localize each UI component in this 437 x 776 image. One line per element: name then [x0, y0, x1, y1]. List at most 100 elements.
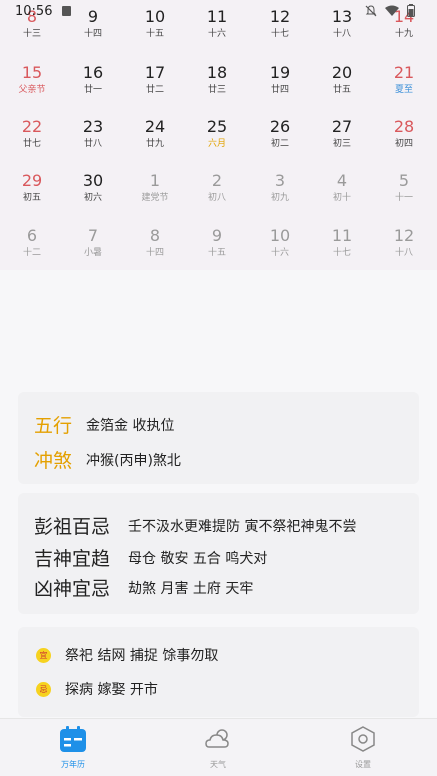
lunar-date: 十二 [22, 248, 41, 258]
weather-icon [205, 729, 229, 748]
calendar-day-cell[interactable]: 14 十九 [373, 7, 435, 57]
day-number: 25 [206, 117, 228, 136]
calendar-day-cell[interactable]: 19 廿四 [249, 63, 311, 113]
ji-row: 忌 探病 嫁娶 开市 [36, 679, 158, 699]
calendar-day-cell[interactable]: 18 廿三 [186, 63, 248, 113]
calendar-day-cell[interactable]: 17 廿二 [124, 63, 186, 113]
calendar-day-cell[interactable]: 8 十三 [1, 7, 63, 57]
calendar-day-cell[interactable]: 3 初九 [249, 171, 311, 221]
day-number: 5 [398, 171, 410, 190]
lunar-date: 初六 [83, 193, 102, 203]
day-number: 9 [211, 226, 223, 245]
day-number: 19 [269, 63, 291, 82]
day-number: 15 [21, 63, 43, 82]
day-number: 28 [393, 117, 415, 136]
calendar-day-cell[interactable]: 15 父亲节 [1, 63, 63, 113]
lunar-date: 廿九 [145, 139, 164, 149]
jishen-label: 吉神宜趋 [34, 548, 111, 570]
day-number: 11 [206, 7, 228, 26]
lunar-date: 初九 [270, 193, 289, 203]
day-number: 23 [82, 117, 104, 136]
day-number: 3 [274, 171, 286, 190]
pengzu-row: 彭祖百忌 壬不汲水更难提防 寅不祭祀神鬼不尝 [34, 512, 356, 539]
wuxing-card: 五行 金箔金 收执位 冲煞 冲猴(丙申)煞北 [18, 392, 419, 484]
day-number: 11 [331, 226, 353, 245]
calendar-day-cell[interactable]: 9 十五 [186, 226, 248, 276]
chongsha-label: 冲煞 [34, 450, 73, 472]
lunar-date: 父亲节 [18, 85, 46, 95]
jishen-value: 母仓 敬安 五合 鸣犬对 [128, 550, 268, 567]
chongsha-value: 冲猴(丙申)煞北 [86, 452, 181, 469]
day-number: 16 [82, 63, 104, 82]
calendar-day-cell[interactable]: 27 初三 [311, 117, 373, 167]
calendar-day-cell[interactable]: 6 十二 [1, 226, 63, 276]
lunar-date: 初二 [270, 139, 289, 149]
calendar-day-cell[interactable]: 30 初六 [62, 171, 124, 221]
lunar-date: 夏至 [394, 85, 413, 95]
calendar-day-cell[interactable]: 21 夏至 [373, 63, 435, 113]
calendar-day-cell[interactable]: 11 十六 [186, 7, 248, 57]
calendar-day-cell[interactable]: 22 廿七 [1, 117, 63, 167]
yi-row: 宜 祭祀 结网 捕捉 馀事勿取 [36, 645, 218, 665]
nav-weather-label: 天气 [210, 760, 226, 769]
calendar-day-cell[interactable]: 24 廿九 [124, 117, 186, 167]
day-number: 27 [331, 117, 353, 136]
lunar-date: 十三 [22, 29, 41, 39]
wuxing-label: 五行 [34, 415, 73, 437]
lunar-date: 廿一 [83, 85, 102, 95]
calendar-day-cell[interactable]: 1 建党节 [124, 171, 186, 221]
calendar-day-cell[interactable]: 16 廿一 [62, 63, 124, 113]
pengzu-value: 壬不汲水更难提防 寅不祭祀神鬼不尝 [128, 518, 357, 535]
day-number: 18 [206, 63, 228, 82]
day-number: 20 [331, 63, 353, 82]
calendar-day-cell[interactable]: 2 初八 [186, 171, 248, 221]
day-number: 6 [26, 226, 38, 245]
jishen-row: 吉神宜趋 母仓 敬安 五合 鸣犬对 [34, 544, 267, 571]
calendar-day-cell[interactable]: 4 初十 [311, 171, 373, 221]
yiji-card: 宜 祭祀 结网 捕捉 馀事勿取 忌 探病 嫁娶 开市 [18, 627, 419, 717]
yi-value: 祭祀 结网 捕捉 馀事勿取 [65, 648, 219, 664]
xiongshen-row: 凶神宜忌 劫煞 月害 土府 天牢 [34, 574, 253, 601]
calendar-day-cell[interactable]: 8 十四 [124, 226, 186, 276]
day-number: 4 [336, 171, 348, 190]
calendar-day-cell[interactable]: 10 十六 [249, 226, 311, 276]
wuxing-value: 金箔金 收执位 [86, 417, 175, 434]
settings-icon [351, 726, 375, 752]
xiongshen-value: 劫煞 月害 土府 天牢 [128, 580, 254, 597]
calendar-icon [60, 726, 86, 752]
yi-badge: 宜 [36, 647, 51, 663]
lunar-date: 十五 [145, 29, 164, 39]
calendar-day-cell[interactable]: 12 十七 [249, 7, 311, 57]
lunar-date: 十七 [270, 29, 289, 39]
lunar-date: 十一 [394, 193, 413, 203]
calendar-day-cell[interactable]: 5 十一 [373, 171, 435, 221]
calendar-day-cell[interactable]: 12 十八 [373, 226, 435, 276]
calendar-day-cell[interactable]: 25 六月 [186, 117, 248, 167]
calendar-day-cell[interactable]: 23 廿八 [62, 117, 124, 167]
lunar-date: 六月 [207, 139, 226, 149]
calendar-day-cell[interactable]: 11 十七 [311, 226, 373, 276]
calendar-day-cell[interactable]: 26 初二 [249, 117, 311, 167]
month-calendar: 8 十三 9 十四 10 十五 11 十六 12 十七 13 十八 14 十九 15 父亲节 16 廿一 17 廿二 1… [0, 0, 437, 270]
nav-settings-label: 设置 [355, 760, 371, 769]
ji-value: 探病 嫁娶 开市 [65, 682, 158, 698]
calendar-day-cell[interactable]: 20 廿五 [311, 63, 373, 113]
pengzu-card: 彭祖百忌 壬不汲水更难提防 寅不祭祀神鬼不尝 吉神宜趋 母仓 敬安 五合 鸣犬对… [18, 493, 419, 614]
nav-weather[interactable]: 天气 [178, 725, 258, 770]
calendar-day-cell[interactable]: 7 小暑 [62, 226, 124, 276]
nav-calendar[interactable]: 万年历 [33, 725, 113, 770]
calendar-week-row: 15 父亲节 16 廿一 17 廿二 18 廿三 19 廿四 20 廿五 21 夏至 [0, 63, 437, 125]
lunar-date: 廿四 [270, 85, 289, 95]
lunar-date: 十六 [270, 248, 289, 258]
nav-settings[interactable]: 设置 [323, 725, 403, 770]
calendar-day-cell[interactable]: 13 十八 [311, 7, 373, 57]
day-number: 21 [393, 63, 415, 82]
calendar-day-cell[interactable]: 28 初四 [373, 117, 435, 167]
day-number: 22 [21, 117, 43, 136]
calendar-day-cell[interactable]: 29 初五 [1, 171, 63, 221]
day-number: 2 [211, 171, 223, 190]
lunar-date: 初五 [22, 193, 41, 203]
calendar-day-cell[interactable]: 10 十五 [124, 7, 186, 57]
calendar-day-cell[interactable]: 9 十四 [62, 7, 124, 57]
day-number: 8 [26, 7, 38, 26]
